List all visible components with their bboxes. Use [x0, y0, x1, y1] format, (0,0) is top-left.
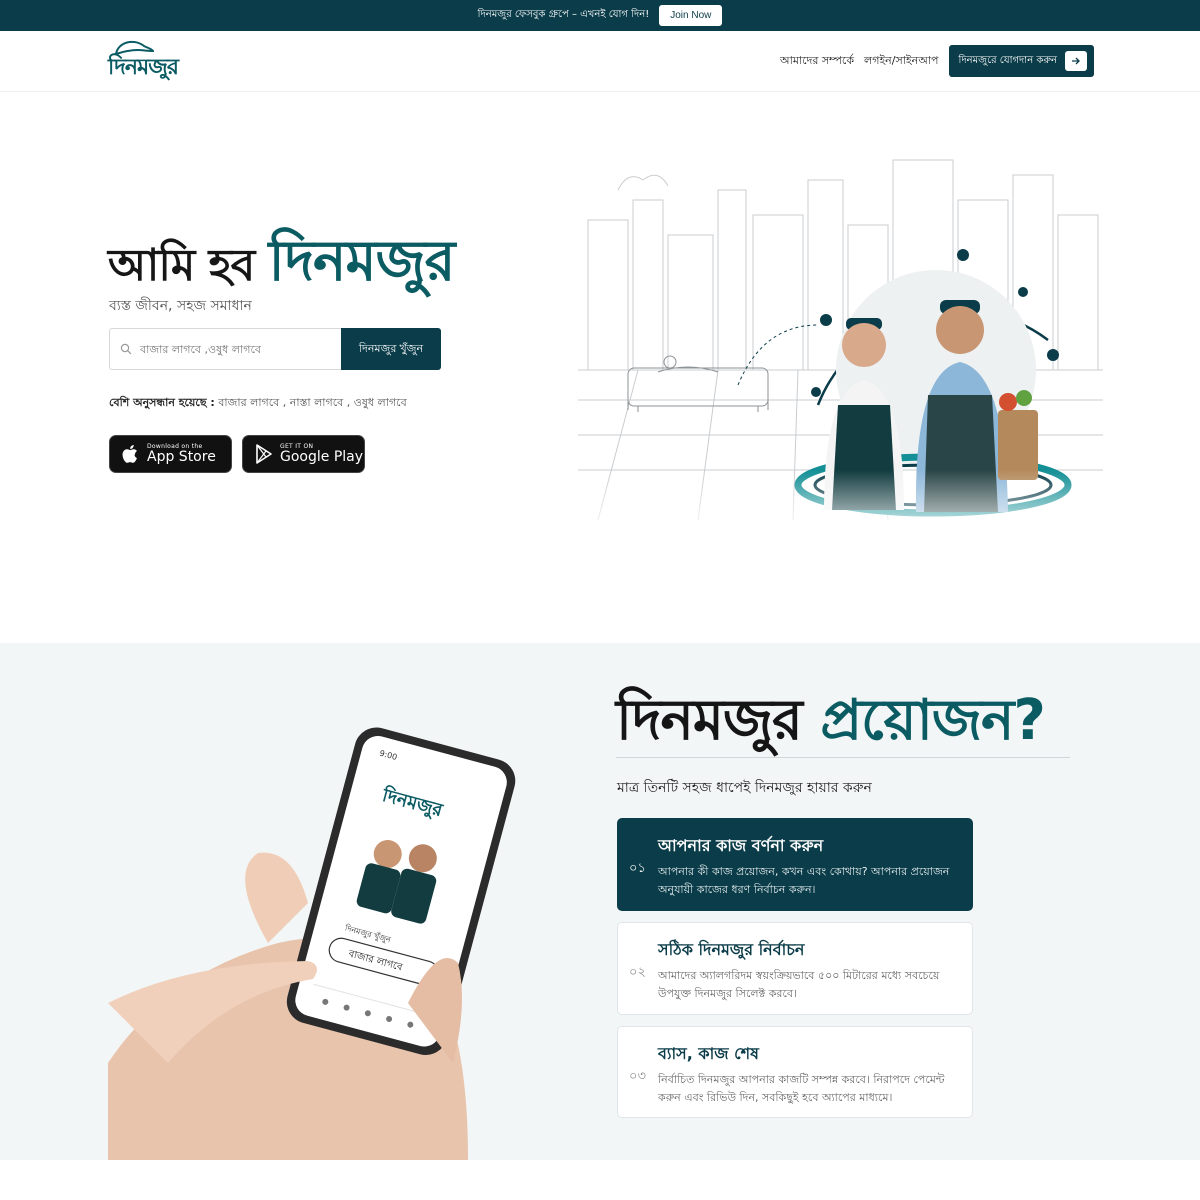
join-dinmojur-label: দিনমজুরে যোগদান করুন [958, 54, 1058, 66]
step-title: আপনার কাজ বর্ণনা করুন [658, 836, 824, 855]
main-nav: আমাদের সম্পর্কে লগইন/সাইনআপ দিনমজুরে যোগ… [780, 45, 1094, 77]
google-play-icon [256, 444, 272, 464]
join-dinmojur-button[interactable]: দিনমজুরে যোগদান করুন [948, 45, 1094, 77]
hero-title-plain: আমি হব [108, 240, 255, 291]
step-number: ০১ [629, 861, 646, 876]
search-field [109, 328, 341, 370]
popular-label: বেশি অনুসন্ধান হয়েছে : [109, 396, 215, 409]
person-icon [811, 387, 821, 397]
hero-subtitle: ব্যস্ত জীবন, সহজ সমাধান [109, 298, 252, 314]
location-pin-icon [1018, 287, 1028, 297]
step-title: ব্যাস, কাজ শেষ [658, 1044, 759, 1063]
section2-title-plain: দিনমজুর [616, 688, 803, 753]
popular-items[interactable]: বাজার লাগবে , নাস্তা লাগবে , ওষুধ লাগবে [218, 396, 406, 409]
people-icon [1047, 349, 1059, 361]
step-card-1[interactable]: ০১ আপনার কাজ বর্ণনা করুন আপনার কী কাজ প্… [617, 818, 973, 911]
step-description: আমাদের অ্যালগরিদম স্বয়ংক্রিয়ভাবে ৫০০ ম… [658, 969, 940, 1000]
runner-icon [957, 249, 969, 261]
step-card-3[interactable]: ০৩ ব্যাস, কাজ শেষ নির্বাচিত দিনমজুর আপনা… [617, 1026, 973, 1118]
step-description: আপনার কী কাজ প্রয়োজন, কখন এবং কোথায়? আ… [658, 865, 950, 896]
step-card-2[interactable]: ০২ সঠিক দিনমজুর নির্বাচন আমাদের অ্যালগরি… [617, 922, 973, 1015]
section2-subtitle: মাত্র তিনটি সহজ ধাপেই দিনমজুর হায়ার করু… [617, 780, 872, 796]
search-icon [120, 343, 132, 355]
step-number: ০২ [629, 965, 646, 980]
app-store-badge[interactable]: Download on the App Store [109, 435, 232, 473]
popular-searches: বেশি অনুসন্ধান হয়েছে : বাজার লাগবে , না… [109, 394, 407, 413]
search-button[interactable]: দিনমজুর খুঁজুন [341, 328, 441, 370]
google-play-badge[interactable]: GET IT ON Google Play [242, 435, 365, 473]
hero-title-accent: দিনমজুর [268, 229, 456, 294]
hero-illustration [578, 159, 1103, 545]
announcement-text: দিনমজুর ফেসবুক গ্রুপে – এখনই যোগ দিন! [477, 9, 650, 20]
google-play-text: GET IT ON Google Play [280, 443, 363, 465]
shield-icon [820, 314, 832, 326]
google-play-big: Google Play [280, 449, 364, 465]
step-description: নির্বাচিত দিনমজুর আপনার কাজটি সম্পন্ন কর… [658, 1073, 945, 1104]
step-number: ০৩ [629, 1069, 646, 1084]
search-input[interactable] [140, 342, 330, 356]
apple-icon [122, 445, 137, 463]
logo-text: দিনমজুর [108, 54, 179, 80]
arrow-right-icon [1065, 51, 1087, 71]
phone-in-hand-illustration: 9:00 দিনমজুর দিনমজুর খুঁজুন বাজার লাগবে [108, 727, 516, 1160]
app-store-big: App Store [147, 449, 216, 465]
sofa-sketch [627, 355, 769, 412]
step-title: সঠিক দিনমজুর নির্বাচন [658, 940, 805, 959]
section2-title-accent: প্রয়োজন? [820, 688, 1046, 753]
logo[interactable]: দিনমজুর [108, 38, 203, 84]
announcement-bar: দিনমজুর ফেসবুক গ্রুপে – এখনই যোগ দিন! Jo… [0, 0, 1200, 31]
app-store-text: Download on the App Store [147, 443, 216, 465]
join-now-button[interactable]: Join Now [659, 5, 723, 26]
section2-divider [616, 757, 1070, 758]
site-header: দিনমজুর আমাদের সম্পর্কে লগইন/সাইনআপ দিনম… [0, 31, 1200, 92]
nav-about-link[interactable]: আমাদের সম্পর্কে [780, 52, 854, 71]
hire-section: 9:00 দিনমজুর দিনমজুর খুঁজুন বাজার লাগবে … [0, 643, 1200, 1160]
search-bar: দিনমজুর খুঁজুন [109, 328, 441, 370]
nav-login-link[interactable]: লগইন/সাইনআপ [864, 52, 938, 71]
